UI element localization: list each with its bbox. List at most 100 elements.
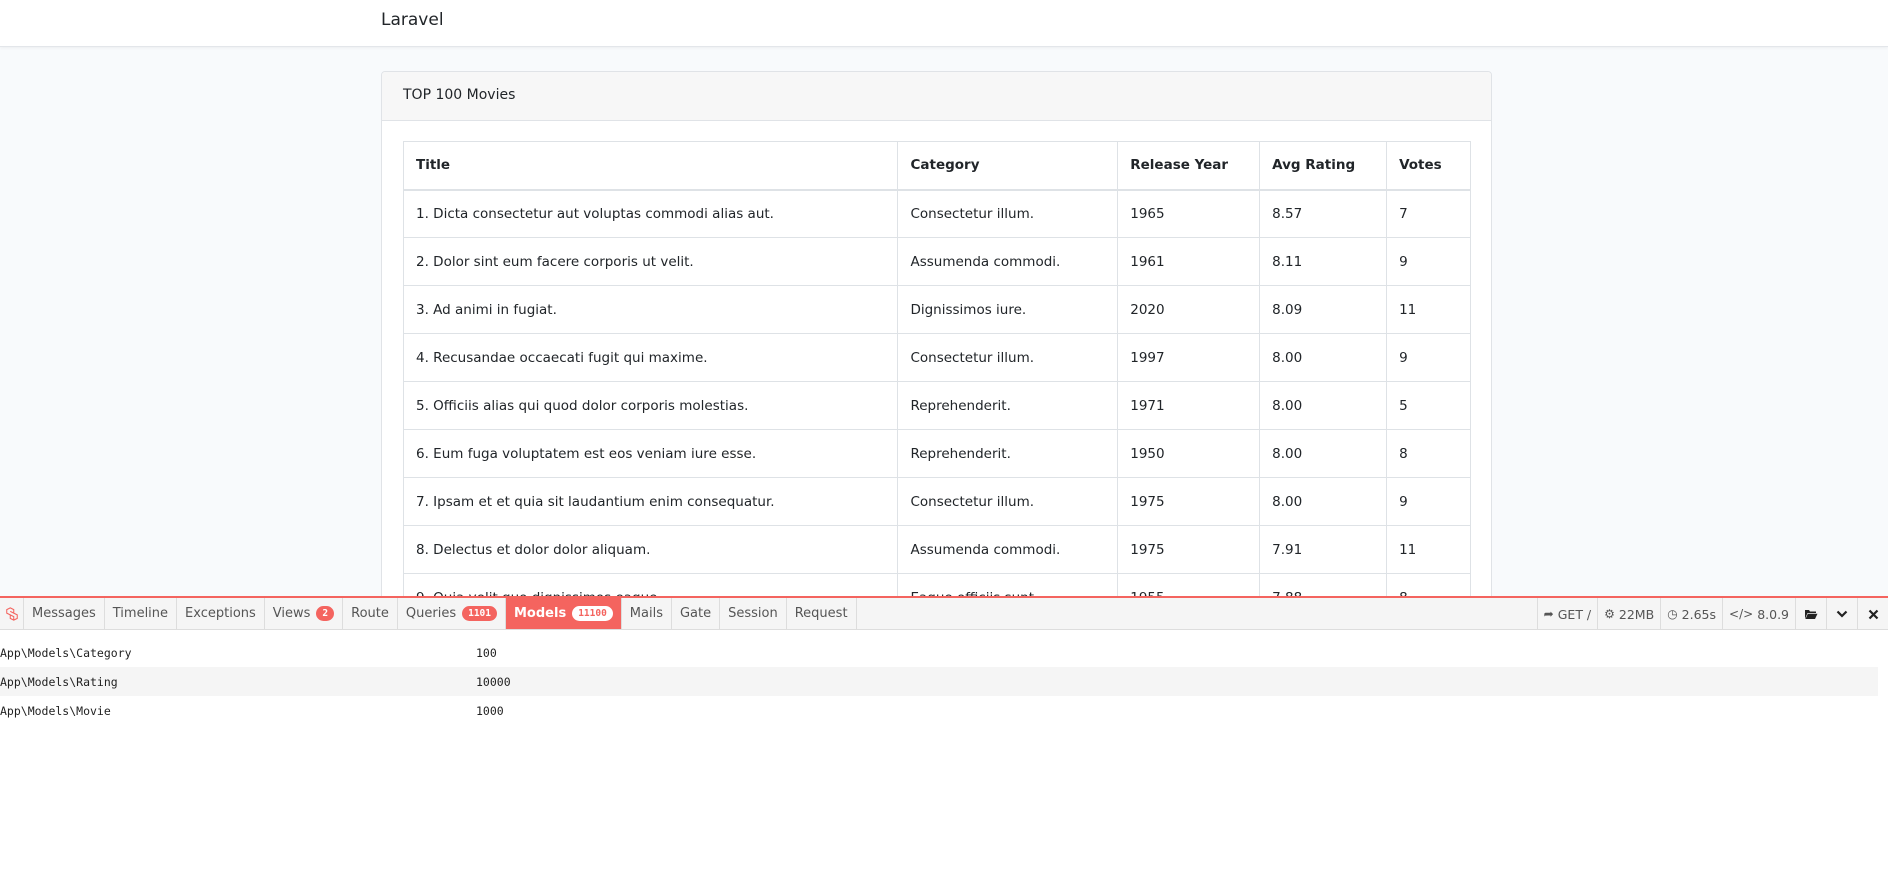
time-text: 2.65s <box>1681 606 1717 622</box>
movies-table: Title Category Release Year Avg Rating V… <box>402 141 1471 622</box>
tab-messages[interactable]: Messages <box>24 598 105 629</box>
table-row: 5. Officiis alias qui quod dolor corpori… <box>402 381 1471 430</box>
top-navbar: Laravel <box>0 0 1888 47</box>
cell-category: Consectetur illum. <box>897 333 1119 382</box>
share-arrow-icon: ➦ <box>1543 607 1554 621</box>
model-row: App\Models\Category 100 <box>0 638 1878 667</box>
cell-category: Assumenda commodi. <box>897 237 1119 286</box>
cell-release-year: 1975 <box>1117 477 1261 526</box>
tab-views[interactable]: Views 2 <box>265 598 344 629</box>
time-indicator: ◷ 2.65s <box>1660 598 1722 630</box>
laravel-logo-svg <box>5 606 18 621</box>
cell-avg-rating: 8.00 <box>1259 381 1388 430</box>
tab-request[interactable]: Request <box>787 598 857 629</box>
cell-category: Assumenda commodi. <box>897 525 1119 574</box>
close-button[interactable] <box>1857 598 1888 630</box>
cell-release-year: 1961 <box>1117 237 1261 286</box>
table-row: 1. Dicta consectetur aut voluptas commod… <box>402 189 1471 238</box>
tab-gate[interactable]: Gate <box>672 598 721 629</box>
cell-avg-rating: 8.00 <box>1259 477 1388 526</box>
cell-votes: 5 <box>1386 381 1471 430</box>
debugbar-header: Messages Timeline Exceptions Views 2 Rou… <box>0 598 1888 630</box>
close-icon <box>1868 609 1878 619</box>
cell-release-year: 2020 <box>1117 285 1261 334</box>
tab-timeline[interactable]: Timeline <box>105 598 178 629</box>
laravel-logo-icon[interactable] <box>0 598 24 629</box>
cell-avg-rating: 8.11 <box>1259 237 1388 286</box>
tab-exceptions[interactable]: Exceptions <box>177 598 265 629</box>
folder-open-icon <box>1805 610 1818 619</box>
column-header-release-year: Release Year <box>1117 141 1261 191</box>
cell-votes: 9 <box>1386 333 1471 382</box>
card-header: TOP 100 Movies <box>382 72 1491 121</box>
model-name: App\Models\Movie <box>0 703 111 718</box>
open-folder-button[interactable] <box>1795 598 1826 630</box>
cogs-icon: ⚙ <box>1604 607 1615 621</box>
cell-avg-rating: 8.57 <box>1259 189 1388 238</box>
cell-release-year: 1950 <box>1117 429 1261 478</box>
debugbar: Messages Timeline Exceptions Views 2 Rou… <box>0 596 1888 887</box>
models-count-badge: 11100 <box>572 606 613 621</box>
model-name: App\Models\Rating <box>0 674 118 689</box>
cell-title: 5. Officiis alias qui quod dolor corpori… <box>402 381 899 430</box>
cell-votes: 11 <box>1386 525 1471 574</box>
model-count: 10000 <box>476 674 511 689</box>
table-row: 7. Ipsam et et quia sit laudantium enim … <box>402 477 1471 526</box>
tab-route[interactable]: Route <box>343 598 398 629</box>
debugbar-indicators: ➦ GET / ⚙ 22MB ◷ 2.65s </> 8.0.9 <box>1536 598 1888 630</box>
cell-avg-rating: 8.00 <box>1259 429 1388 478</box>
minimize-button[interactable] <box>1826 598 1857 630</box>
memory-text: 22MB <box>1618 606 1655 622</box>
clock-icon: ◷ <box>1667 607 1678 621</box>
tab-queries[interactable]: Queries 1101 <box>398 598 506 629</box>
cell-votes: 8 <box>1386 429 1471 478</box>
brand-link[interactable]: Laravel <box>381 10 444 30</box>
request-method-indicator[interactable]: ➦ GET / <box>1536 598 1597 630</box>
movies-card: TOP 100 Movies Title Category Release Ye… <box>381 71 1492 671</box>
cell-category: Reprehenderit. <box>897 429 1119 478</box>
code-icon: </> <box>1729 607 1754 621</box>
tab-session[interactable]: Session <box>720 598 787 629</box>
php-version-indicator: </> 8.0.9 <box>1722 598 1795 630</box>
table-row: 8. Delectus et dolor dolor aliquam. Assu… <box>402 525 1471 574</box>
cell-avg-rating: 8.09 <box>1259 285 1388 334</box>
cell-title: 7. Ipsam et et quia sit laudantium enim … <box>402 477 899 526</box>
tab-mails[interactable]: Mails <box>622 598 672 629</box>
memory-indicator: ⚙ 22MB <box>1597 598 1660 630</box>
cell-avg-rating: 8.00 <box>1259 333 1388 382</box>
column-header-avg-rating: Avg Rating <box>1259 141 1388 191</box>
cell-title: 8. Delectus et dolor dolor aliquam. <box>402 525 899 574</box>
tab-views-label: Views <box>272 606 311 621</box>
model-count: 1000 <box>476 703 504 718</box>
cell-title: 6. Eum fuga voluptatem est eos veniam iu… <box>402 429 899 478</box>
table-row: 2. Dolor sint eum facere corporis ut vel… <box>402 237 1471 286</box>
tab-queries-label: Queries <box>405 606 457 621</box>
model-row: App\Models\Movie 1000 <box>0 696 1878 725</box>
cell-title: 3. Ad animi in fugiat. <box>402 285 899 334</box>
cell-category: Consectetur illum. <box>897 189 1119 238</box>
models-panel: App\Models\Category 100 App\Models\Ratin… <box>0 630 1888 887</box>
column-header-votes: Votes <box>1386 141 1471 191</box>
cell-release-year: 1965 <box>1117 189 1261 238</box>
table-header-row: Title Category Release Year Avg Rating V… <box>402 141 1471 191</box>
table-row: 6. Eum fuga voluptatem est eos veniam iu… <box>402 429 1471 478</box>
views-count-badge: 2 <box>316 606 335 621</box>
cell-votes: 9 <box>1386 477 1471 526</box>
model-row: App\Models\Rating 10000 <box>0 667 1878 696</box>
cell-title: 1. Dicta consectetur aut voluptas commod… <box>402 189 899 238</box>
cell-title: 2. Dolor sint eum facere corporis ut vel… <box>402 237 899 286</box>
request-method-text: GET / <box>1557 606 1592 622</box>
chevron-down-icon <box>1836 610 1848 618</box>
model-count: 100 <box>476 645 497 660</box>
tab-models[interactable]: Models 11100 <box>506 598 622 629</box>
cell-title: 4. Recusandae occaecati fugit qui maxime… <box>402 333 899 382</box>
cell-category: Reprehenderit. <box>897 381 1119 430</box>
cell-category: Consectetur illum. <box>897 477 1119 526</box>
cell-release-year: 1997 <box>1117 333 1261 382</box>
php-version-text: 8.0.9 <box>1757 606 1789 622</box>
cell-category: Dignissimos iure. <box>897 285 1119 334</box>
tab-models-label: Models <box>514 606 567 621</box>
cell-votes: 11 <box>1386 285 1471 334</box>
table-row: 3. Ad animi in fugiat. Dignissimos iure.… <box>402 285 1471 334</box>
model-name: App\Models\Category <box>0 645 132 660</box>
